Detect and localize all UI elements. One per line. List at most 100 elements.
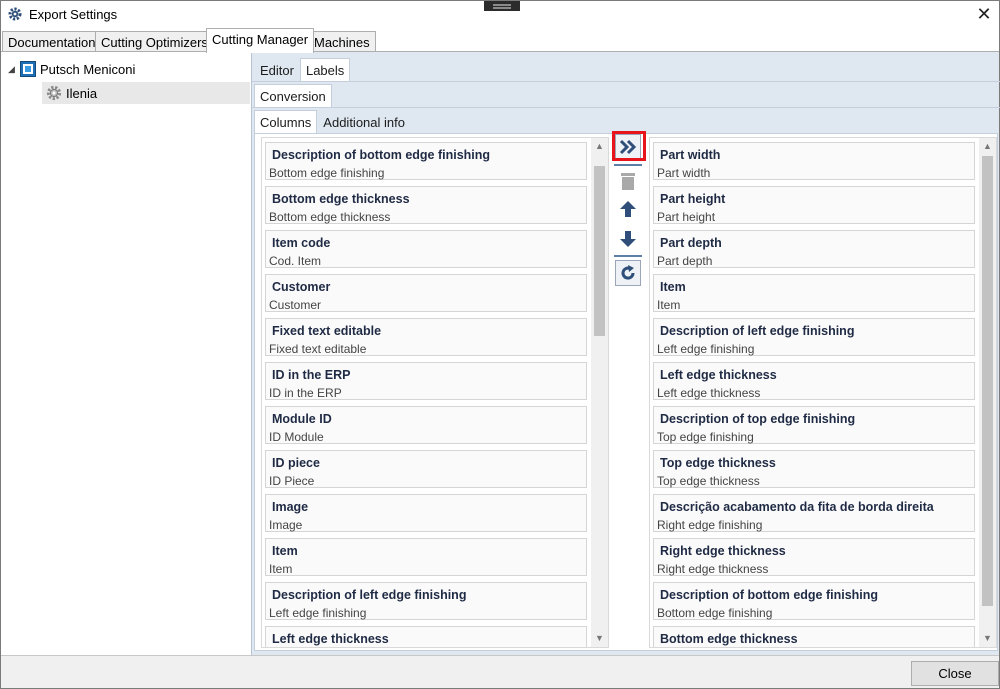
tab-machines[interactable]: Machines [308,31,376,52]
close-icon[interactable]: ✕ [973,3,995,25]
list-item-subtitle: Item [269,562,293,576]
list-item-title: Module ID [272,412,332,426]
list-item[interactable]: Customer Customer [265,274,587,312]
delete-button[interactable] [615,168,641,194]
list-item-title: Fixed text editable [272,324,382,338]
list-item-subtitle: Bottom edge thickness [269,210,391,224]
tab-labels[interactable]: Labels [299,58,351,81]
close-button[interactable]: Close [911,661,999,686]
list-item-title: Description of top edge finishing [660,412,856,426]
list-item[interactable]: Module ID ID Module [265,406,587,444]
gear-icon [46,85,62,101]
machine-tree: ◢ Putsch Meniconi Ilenia [2,52,251,655]
list-item[interactable]: Right edge thickness Right edge thickness [653,538,975,576]
list-item-subtitle: ID in the ERP [269,386,342,400]
list-item-title: Description of bottom edge finishing [660,588,879,602]
list-item-subtitle: Part depth [657,254,713,268]
tab-editor[interactable]: Editor [254,58,300,81]
scroll-up-icon[interactable]: ▲ [979,138,996,155]
reset-button[interactable] [615,260,641,286]
move-down-button[interactable] [615,226,641,252]
arrow-up-icon [620,201,636,217]
list-item[interactable]: Part height Part height [653,186,975,224]
list-item[interactable]: Item Item [653,274,975,312]
list-item[interactable]: Item Item [265,538,587,576]
list-item-title: Description of left edge finishing [660,324,855,338]
list-item[interactable]: Description of bottom edge finishing Bott… [265,142,587,180]
tab-cutting-manager[interactable]: Cutting Manager [206,28,315,53]
list-item[interactable]: Top edge thickness Top edge thickness [653,450,975,488]
selected-columns-list: Bottom edge thickness Description of bott… [649,137,997,648]
list-item-title: Part width [660,148,721,162]
list-item[interactable]: ID piece ID Piece [265,450,587,488]
list-item-subtitle: Cod. Item [269,254,322,268]
list-item-subtitle: Left edge finishing [269,606,367,620]
list-item-subtitle: Image [269,518,303,532]
list-item-title: ID in the ERP [272,368,351,382]
list-item-subtitle: Part height [657,210,716,224]
list-item[interactable]: Part width Part width [653,142,975,180]
list-item-subtitle: Top edge thickness [657,474,760,488]
tab-divider [252,107,1000,108]
settings-panel: Editor Labels Conversion Columns Additio… [251,52,1000,655]
tab-columns[interactable]: Columns [254,110,318,133]
tree-label-child: Ilenia [66,85,98,101]
scroll-thumb[interactable] [594,166,605,336]
scroll-thumb[interactable] [982,156,993,606]
tab-additional-info[interactable]: Additional info [317,110,411,133]
list-item-subtitle: ID Module [269,430,324,444]
list-item-title: Item code [272,236,331,250]
list-item-subtitle: Top edge finishing [657,430,754,444]
list-item[interactable]: Fixed text editable Fixed text editable [265,318,587,356]
list-item-title: Customer [272,280,331,294]
tree-node-ilenia[interactable]: Ilenia [42,82,250,104]
list-item[interactable]: Bottom edge thickness Bottom edge thickne… [265,186,587,224]
list-item-subtitle: Bottom edge finishing [269,166,385,180]
window-title: Export Settings [29,7,118,22]
list-item[interactable]: Descrição acabamento da fita de borda di… [653,494,975,532]
list-item-title: Description of bottom edge finishing [272,148,491,162]
list-item[interactable]: Item code Cod. Item [265,230,587,268]
subtabs-level3: Columns Additional info [254,110,411,133]
tab-divider [252,81,1000,82]
window-grip[interactable] [484,1,520,11]
scroll-down-icon[interactable]: ▼ [979,630,996,647]
list-item-title: Bottom edge thickness [272,192,410,206]
columns-editor: Left edge thickness Description of left e… [254,131,998,651]
list-item[interactable]: Description of left edge finishing Left e… [265,582,587,620]
subtabs-level2: Conversion [254,84,332,107]
move-up-button[interactable] [615,196,641,222]
list-item[interactable]: Description of left edge finishing Left e… [653,318,975,356]
list-item[interactable]: Image Image [265,494,587,532]
tab-cutting-optimizers[interactable]: Cutting Optimizers [95,31,214,52]
list-item[interactable]: Description of top edge finishing Top edg… [653,406,975,444]
list-item-title: Right edge thickness [660,544,786,558]
scrollbar[interactable]: ▲ ▼ [979,138,996,647]
scrollbar[interactable]: ▲ ▼ [591,138,608,647]
list-item-title: Descrição acabamento da fita de borda di… [660,500,934,514]
list-item-subtitle: Customer [269,298,322,312]
list-item-subtitle: Item [657,298,681,312]
list-item[interactable]: Description of bottom edge finishing Bott… [653,582,975,620]
list-item[interactable]: Bottom edge thickness [653,626,975,647]
refresh-icon [621,265,635,280]
tree-node-putsch-meniconi[interactable]: ◢ Putsch Meniconi [8,58,248,80]
list-item[interactable]: Left edge thickness Left edge thickness [653,362,975,400]
list-item[interactable]: ID in the ERP ID in the ERP [265,362,587,400]
tab-conversion[interactable]: Conversion [254,84,332,107]
list-item[interactable]: Left edge thickness [265,626,587,647]
tab-documentation[interactable]: Documentation [2,31,102,52]
available-columns-list: Left edge thickness Description of left e… [261,137,609,648]
list-item-subtitle: Right edge thickness [657,562,769,576]
subtabs-level1: Editor Labels [254,58,351,81]
list-item-title: Part height [660,192,726,206]
list-item-title: Top edge thickness [660,456,776,470]
scroll-down-icon[interactable]: ▼ [591,630,608,647]
scroll-up-icon[interactable]: ▲ [591,138,608,155]
list-item[interactable]: Part depth Part depth [653,230,975,268]
collapse-triangle-icon[interactable]: ◢ [8,64,20,75]
list-item-subtitle: Right edge finishing [657,518,763,532]
list-item-title: Left edge thickness [272,632,389,646]
list-item-title: Bottom edge thickness [660,632,798,646]
list-item-title: Item [272,544,298,558]
